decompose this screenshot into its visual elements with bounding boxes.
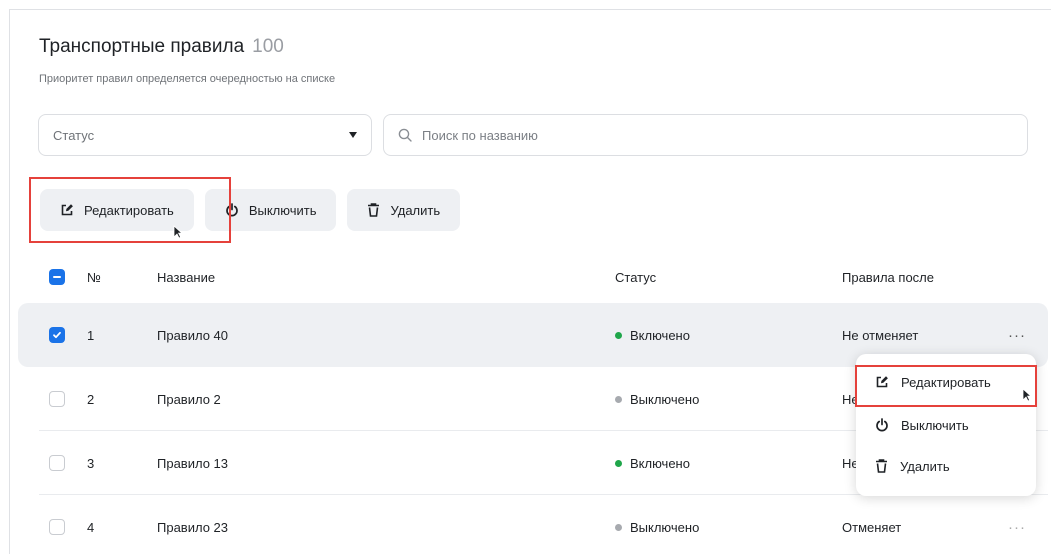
row-name: Правило 23 [157, 519, 229, 535]
row-more-button[interactable]: ··· [1008, 495, 1026, 554]
delete-button[interactable]: Удалить [347, 189, 461, 231]
status-text: Включено [630, 327, 690, 343]
check-icon [53, 331, 61, 339]
row-checkbox[interactable] [49, 327, 65, 343]
rules-panel: Транспортные правила 100 Приоритет прави… [9, 9, 1051, 554]
status-filter-select[interactable]: Статус [38, 114, 372, 156]
row-num: 4 [87, 519, 95, 535]
row-checkbox[interactable] [49, 519, 65, 535]
search-field[interactable] [383, 114, 1028, 156]
status-text: Выключено [630, 519, 700, 535]
edit-icon [61, 204, 73, 216]
header-status[interactable]: Статус [615, 259, 656, 295]
status-dot-icon [615, 395, 622, 403]
header-name[interactable]: Название [157, 259, 215, 295]
row-checkbox[interactable] [49, 391, 65, 407]
rules-count: 100 [252, 36, 284, 57]
status-badge: Выключено [615, 495, 699, 554]
menu-item-label: Редактировать [901, 374, 991, 390]
select-all-checkbox[interactable] [49, 269, 65, 285]
row-name: Правило 40 [157, 327, 229, 343]
row-after: Отменяет [842, 519, 902, 535]
delete-button-label: Удалить [390, 202, 441, 218]
caret-down-icon [349, 132, 357, 138]
row-name: Правило 2 [157, 391, 221, 407]
row-name: Правило 13 [157, 455, 229, 471]
page-header: Транспортные правила 100 [39, 36, 284, 58]
power-icon [876, 418, 888, 432]
status-text: Выключено [630, 391, 700, 407]
table-header: № Название Статус Правила после [39, 259, 1039, 295]
edit-icon [876, 376, 888, 388]
header-after[interactable]: Правила после [842, 259, 934, 295]
status-dot-icon [615, 459, 622, 467]
disable-button-label: Выключить [248, 202, 317, 218]
status-text: Включено [630, 455, 690, 471]
row-context-menu: Редактировать Выключить Удалить [856, 354, 1036, 496]
status-badge: Включено [615, 303, 690, 367]
bulk-actions-toolbar: Редактировать Выключить Удалить [40, 189, 461, 231]
menu-item-edit[interactable]: Редактировать [856, 364, 1036, 400]
menu-item-label: Удалить [900, 458, 950, 474]
edit-button[interactable]: Редактировать [40, 189, 194, 231]
search-input[interactable] [422, 127, 1013, 143]
edit-button-label: Редактировать [84, 202, 174, 218]
search-icon [398, 128, 412, 142]
page-subtitle: Приоритет правил определяется очередност… [39, 73, 336, 85]
row-num: 1 [87, 327, 95, 343]
minus-icon [53, 276, 61, 278]
menu-item-label: Выключить [901, 417, 969, 433]
trash-icon [368, 203, 380, 217]
power-icon [225, 203, 238, 217]
status-dot-icon [615, 331, 622, 339]
status-badge: Включено [615, 431, 690, 495]
row-num: 2 [87, 391, 95, 407]
status-badge: Выключено [615, 367, 699, 431]
page-title: Транспортные правила [39, 36, 245, 57]
row-num: 3 [87, 455, 95, 471]
menu-item-delete[interactable]: Удалить [856, 448, 1036, 484]
row-checkbox[interactable] [49, 455, 65, 471]
table-row[interactable]: 4 Правило 23 Выключено Отменяет ··· [18, 495, 1048, 554]
menu-item-disable[interactable]: Выключить [856, 407, 1036, 443]
header-num: № [87, 269, 101, 285]
status-filter-label: Статус [53, 127, 95, 143]
disable-button[interactable]: Выключить [204, 189, 337, 231]
trash-icon [876, 459, 887, 473]
status-dot-icon [615, 523, 622, 531]
